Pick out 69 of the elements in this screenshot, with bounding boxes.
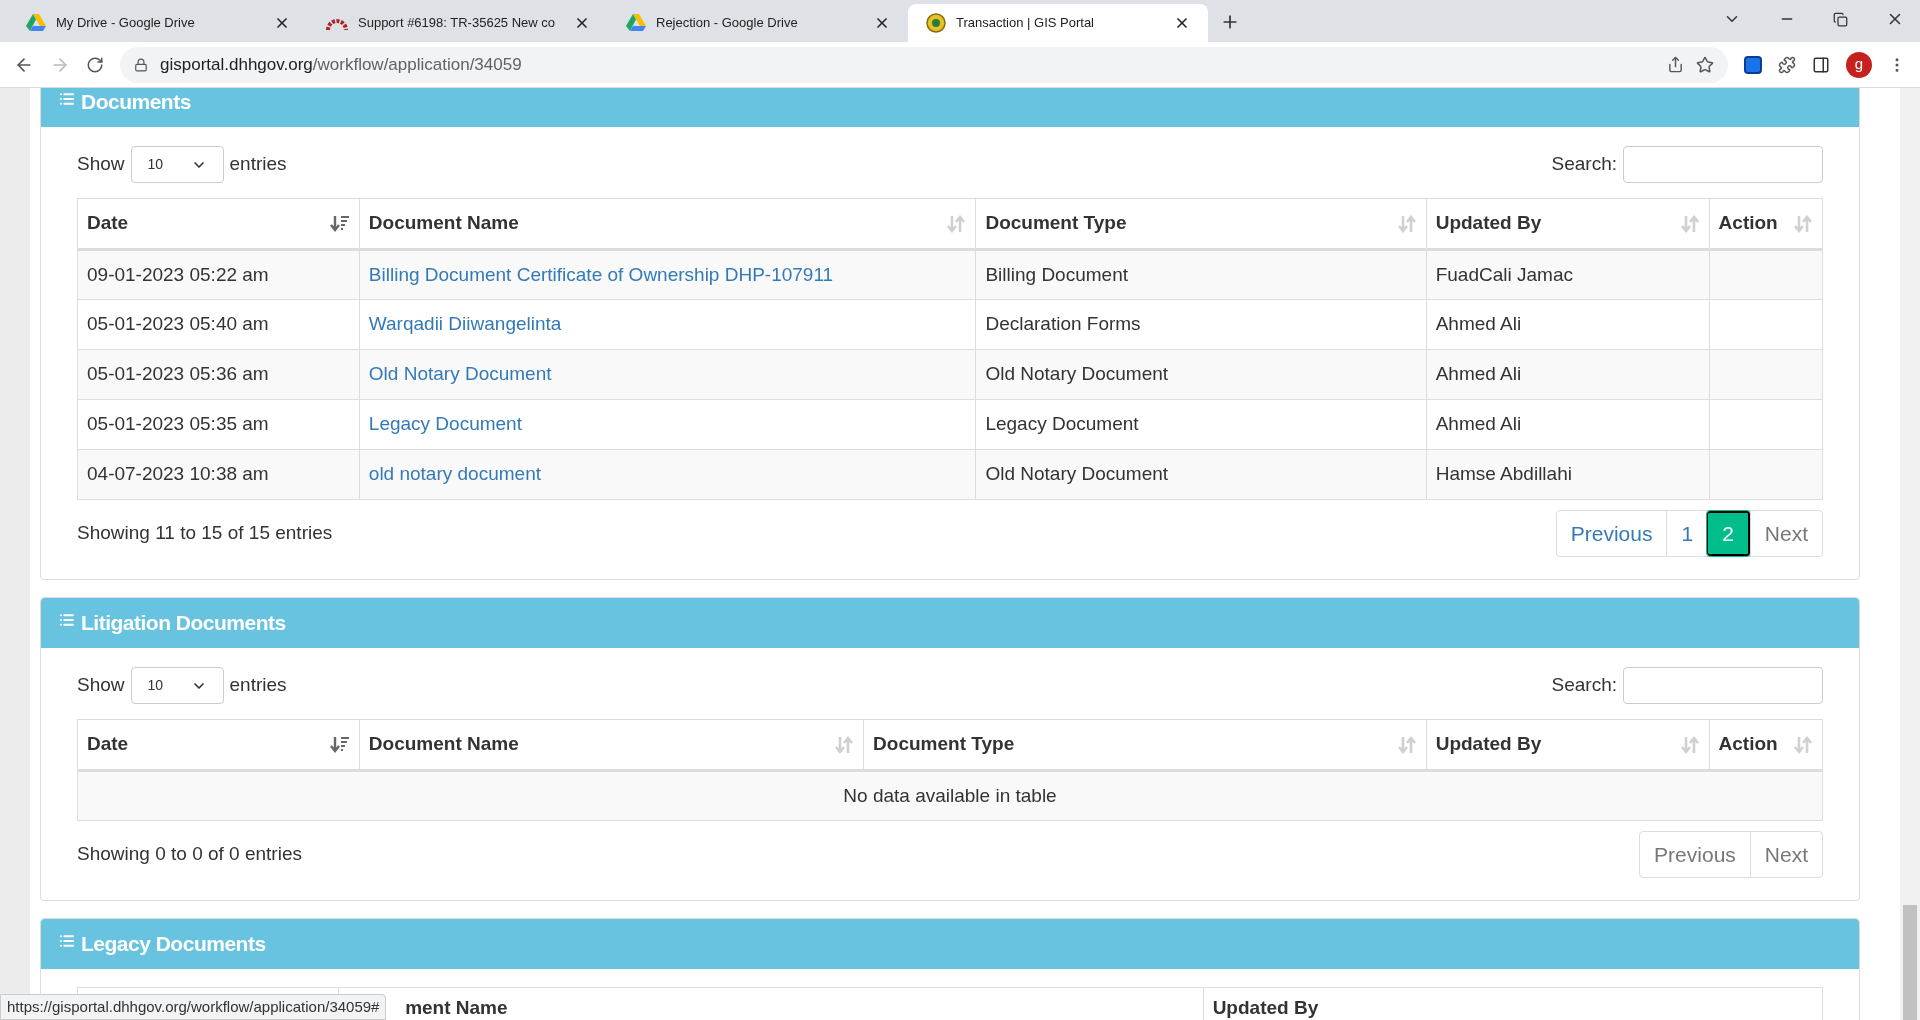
entries-info: Showing 0 to 0 of 0 entries [77,842,302,867]
browser-tab[interactable]: Transaction | GIS Portal [908,4,1208,42]
emblem-icon [926,13,946,33]
search-field[interactable] [1623,667,1823,704]
table-cell: Ahmed Ali [1426,399,1710,450]
close-icon[interactable] [274,15,290,31]
document-link[interactable]: Old Notary Document [359,349,976,400]
table-cell: 09-01-2023 05:22 am [77,249,360,300]
table-cell: Declaration Forms [975,299,1427,350]
empty-message: No data available in table [77,770,1823,821]
list-icon [59,612,75,628]
table-cell: Hamse Abdillahi [1426,449,1710,500]
show-label: Show [77,673,125,698]
table-cell: Ahmed Ali [1426,349,1710,400]
close-icon[interactable] [1174,15,1190,31]
reload-icon[interactable] [86,55,104,74]
share-icon[interactable] [1667,56,1684,73]
table-cell: FuadCali Jamac [1426,249,1710,300]
browser-tab[interactable]: My Drive - Google Drive [8,4,308,42]
drive-logo-icon [626,14,646,32]
close-icon[interactable] [574,15,590,31]
entries-info: Showing 11 to 15 of 15 entries [77,521,333,546]
entries-select[interactable]: 10 [130,667,224,704]
drive-logo-icon [26,14,46,32]
url-text: gisportal.dhhgov.org/workflow/application/34059 [160,53,523,76]
search-label: Search: [1551,152,1617,177]
table-cell: 05-01-2023 05:35 am [77,399,360,450]
browser-tab[interactable]: Support #6198: TR-35625 New co [308,4,608,42]
profile-avatar[interactable]: g [1846,51,1872,78]
entries-select[interactable]: 10 [130,146,224,183]
browser-tab[interactable]: Rejection - Google Drive [608,4,908,42]
table-cell: Old Notary Document [975,349,1427,400]
show-label: Show [77,152,125,177]
document-link[interactable]: Warqadii Diiwangelinta [359,299,976,350]
column-header[interactable]: Updated By [1203,987,1823,1020]
entries-label: entries [229,673,287,698]
panel-title: Documents [81,89,191,116]
table-cell: Old Notary Document [975,449,1427,500]
close-icon[interactable] [874,15,890,31]
extension-icon[interactable] [1744,55,1762,74]
tab-title: Rejection - Google Drive [656,14,799,33]
entries-label: entries [229,152,287,177]
list-icon [59,91,75,107]
extensions-icon[interactable] [1778,55,1796,74]
status-tooltip: https://gisportal.dhhgov.org/workflow/application/34059# [0,994,387,1020]
table-cell: Billing Document [975,249,1427,300]
restore-icon[interactable] [1833,11,1848,27]
lock-icon [134,57,148,72]
star-icon[interactable] [1696,55,1714,74]
table-cell: 05-01-2023 05:40 am [77,299,360,350]
page-button[interactable]: Previous [1556,511,1667,556]
search-field[interactable] [1623,146,1823,183]
scrollbar[interactable] [1900,88,1920,1020]
table-cell: 05-01-2023 05:36 am [77,349,360,400]
document-link[interactable]: old notary document [359,449,976,500]
address-bar[interactable]: gisportal.dhhgov.org/workflow/application/34059 [120,46,1728,83]
table-cell: Ahmed Ali [1426,299,1710,350]
document-link[interactable]: Legacy Document [359,399,976,450]
table-cell: Legacy Document [975,399,1427,450]
tab-title: My Drive - Google Drive [56,14,196,33]
table-cell: 04-07-2023 10:38 am [77,449,360,500]
search-label: Search: [1551,673,1617,698]
document-link[interactable]: Billing Document Certificate of Ownership DHP-107911 [359,249,976,300]
tab-title: Support #6198: TR-35625 New co [358,14,557,33]
tab-title: Transaction | GIS Portal [956,14,1095,33]
list-icon [59,933,75,949]
panel-title: Litigation Documents [81,610,286,637]
panel-title: Legacy Documents [81,931,266,958]
side-panel-icon[interactable] [1812,55,1830,74]
